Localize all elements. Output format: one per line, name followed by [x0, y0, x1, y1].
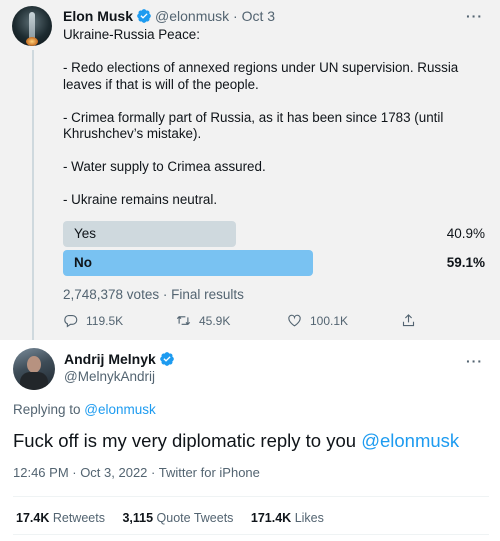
- share-icon: [402, 314, 415, 327]
- reply-button[interactable]: 119.5K: [63, 313, 123, 328]
- text-spacer: [63, 143, 483, 160]
- reply-count: 119.5K: [86, 313, 124, 328]
- poll-percent-no: 59.1%: [446, 255, 485, 270]
- separator: ·: [233, 8, 238, 24]
- reply-tweet-text: Fuck off is my very diplomatic reply to …: [13, 430, 459, 452]
- reply-text-mention[interactable]: @elonmusk: [361, 430, 459, 451]
- poll-label-no: No: [74, 255, 92, 270]
- heart-icon: [288, 314, 301, 327]
- avatar-andrij-melnyk[interactable]: [13, 348, 55, 390]
- replying-to-link[interactable]: @elonmusk: [84, 402, 155, 417]
- replying-to: Replying to @elonmusk: [13, 402, 156, 417]
- retweet-icon: [176, 315, 191, 326]
- like-button[interactable]: 100.1K: [287, 313, 348, 328]
- like-count: 100.1K: [310, 313, 349, 328]
- tweet-text-line: - Crimea formally part of Russia, as it …: [63, 109, 444, 142]
- text-spacer: [63, 44, 483, 61]
- author-handle[interactable]: @elonmusk: [155, 8, 229, 24]
- tweet-date[interactable]: Oct 3: [242, 8, 275, 24]
- replying-to-prefix: Replying to: [13, 402, 85, 417]
- quote-tweets-label[interactable]: Quote Tweets: [157, 511, 234, 525]
- poll-option-yes: Yes 40.9%: [63, 221, 493, 247]
- tweet-text-line: - Water supply to Crimea assured.: [63, 159, 266, 174]
- text-spacer: [63, 176, 483, 193]
- reply-author-header: Andrij Melnyk: [64, 351, 178, 370]
- reply-text-body: Fuck off is my very diplomatic reply to …: [13, 430, 362, 451]
- parent-tweet-text: Ukraine-Russia Peace: - Redo elections of…: [63, 27, 483, 209]
- retweet-button[interactable]: 45.9K: [176, 313, 230, 328]
- share-button[interactable]: [401, 313, 416, 328]
- parent-tweet[interactable]: Elon Musk @elonmusk · Oct 3 ··· Ukraine-R…: [0, 0, 500, 340]
- text-spacer: [63, 93, 483, 110]
- poll-label-yes: Yes: [74, 226, 97, 241]
- divider: [13, 496, 489, 497]
- poll-bar-no: [63, 250, 313, 276]
- tweet-actions: 119.5K 45.9K 100.1K: [0, 313, 500, 331]
- divider: [13, 534, 489, 535]
- retweets-count[interactable]: 17.4K: [16, 511, 49, 525]
- tweet-text-line: - Ukraine remains neutral.: [63, 192, 218, 207]
- verified-badge-icon: [159, 351, 175, 370]
- parent-tweet-header: Elon Musk @elonmusk · Oct 3: [63, 8, 275, 28]
- avatar-elon-musk[interactable]: [12, 6, 52, 46]
- likes-count[interactable]: 171.4K: [251, 511, 291, 525]
- verified-badge-icon: [136, 8, 152, 28]
- reply-timestamp[interactable]: 12:46 PM · Oct 3, 2022 · Twitter for iPh…: [13, 465, 260, 480]
- reply-author-handle[interactable]: @MelnykAndrij: [64, 369, 155, 384]
- poll-votes: 2,748,378 votes · Final results: [63, 287, 244, 302]
- author-name[interactable]: Elon Musk: [63, 8, 133, 24]
- more-options-icon[interactable]: ···: [466, 8, 483, 24]
- reply-more-options-icon[interactable]: ···: [466, 353, 483, 369]
- likes-label[interactable]: Likes: [295, 511, 324, 525]
- retweets-label[interactable]: Retweets: [53, 511, 105, 525]
- reply-author-name[interactable]: Andrij Melnyk: [64, 351, 156, 367]
- tweet-text-line: - Redo elections of annexed regions unde…: [63, 60, 459, 92]
- poll-percent-yes: 40.9%: [446, 226, 485, 241]
- retweet-count: 45.9K: [199, 313, 231, 328]
- poll-option-no: No 59.1%: [63, 250, 493, 276]
- quote-tweets-count[interactable]: 3,115: [122, 511, 153, 525]
- reply-icon: [64, 314, 78, 328]
- reply-stats: 17.4K Retweets 3,115 Quote Tweets 171.4K…: [16, 511, 338, 525]
- tweet-text-line: Ukraine-Russia Peace:: [63, 27, 200, 42]
- thread-line: [32, 50, 34, 340]
